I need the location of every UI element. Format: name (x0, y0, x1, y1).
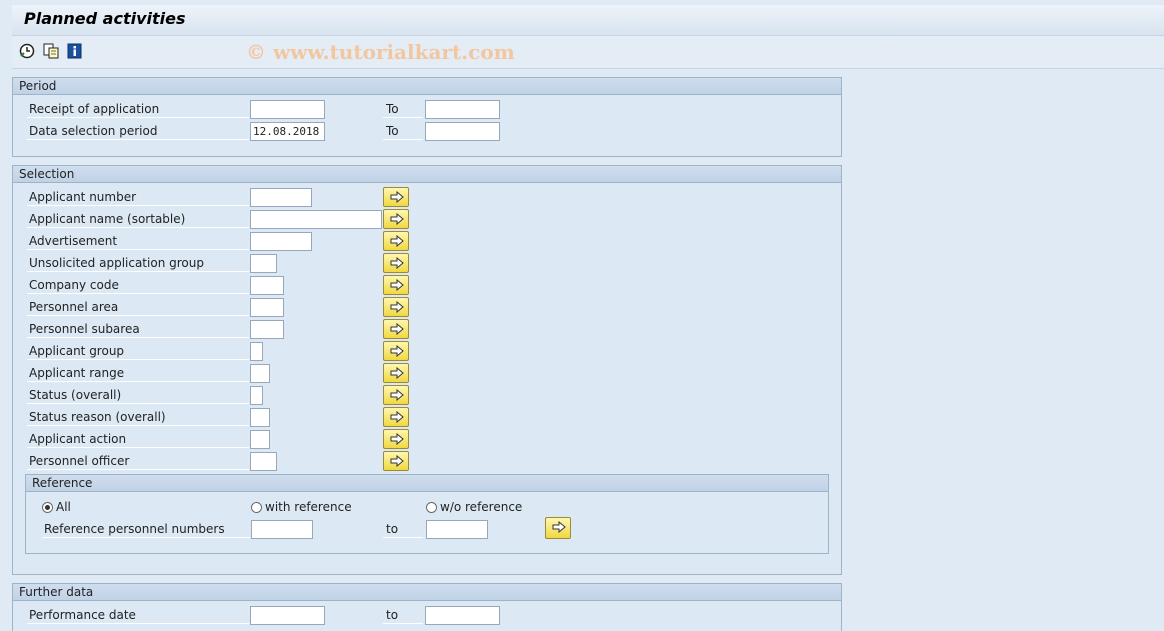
personnel-area-label: Personnel area (27, 299, 249, 316)
status-reason-input[interactable] (250, 408, 270, 427)
selection-period-to-input[interactable] (425, 122, 500, 141)
arrow-right-icon (390, 455, 404, 467)
reference-group: Reference All with reference w/o referen… (25, 474, 829, 554)
radio-without-reference[interactable]: w/o reference (426, 499, 522, 515)
arrow-right-icon (390, 279, 404, 291)
status-reason-label: Status reason (overall) (27, 409, 249, 426)
period-header: Period (13, 78, 841, 95)
status-overall-label: Status (overall) (27, 387, 249, 404)
arrow-right-icon (390, 191, 404, 203)
performance-date-from-input[interactable] (250, 606, 325, 625)
multiple-selection-button[interactable] (383, 297, 409, 317)
title-bar: Planned activities (12, 5, 1164, 36)
copy-variant-icon[interactable] (42, 42, 60, 60)
company-code-input[interactable] (250, 276, 284, 295)
arrow-right-icon (390, 367, 404, 379)
selection-group: Selection Applicant number Applicant nam… (12, 165, 842, 575)
multiple-selection-button[interactable] (383, 187, 409, 207)
multiple-selection-button[interactable] (383, 341, 409, 361)
performance-to-label: to (383, 607, 423, 624)
selection-period-label: Data selection period (27, 123, 249, 140)
personnel-officer-input[interactable] (250, 452, 277, 471)
receipt-label: Receipt of application (27, 101, 249, 118)
watermark-text: © www.tutorialkart.com (246, 40, 515, 64)
multiple-selection-button[interactable] (383, 407, 409, 427)
selection-period-from-input[interactable]: 12.08.2018 (250, 122, 325, 141)
arrow-right-icon (390, 433, 404, 445)
applicant-number-label: Applicant number (27, 189, 249, 206)
multiple-selection-button[interactable] (383, 363, 409, 383)
arrow-right-icon (390, 213, 404, 225)
personnel-subarea-label: Personnel subarea (27, 321, 249, 338)
multiple-selection-button[interactable] (383, 319, 409, 339)
multiple-selection-button[interactable] (383, 385, 409, 405)
applicant-range-input[interactable] (250, 364, 270, 383)
advertisement-label: Advertisement (27, 233, 249, 250)
personnel-officer-label: Personnel officer (27, 453, 249, 470)
radio-with-reference-label: with reference (265, 500, 352, 514)
multiple-selection-button[interactable] (383, 429, 409, 449)
info-icon[interactable] (66, 42, 84, 60)
radio-indicator (42, 502, 53, 513)
arrow-right-icon (390, 301, 404, 313)
personnel-area-input[interactable] (250, 298, 284, 317)
further-data-header: Further data (13, 584, 841, 601)
multiple-selection-button[interactable] (383, 209, 409, 229)
further-data-group: Further data Performance date to (12, 583, 842, 631)
radio-indicator (251, 502, 262, 513)
applicant-action-label: Applicant action (27, 431, 249, 448)
multiple-selection-button[interactable] (383, 275, 409, 295)
receipt-to-label: To (383, 101, 423, 118)
performance-date-to-input[interactable] (425, 606, 500, 625)
applicant-name-input[interactable] (250, 210, 382, 229)
arrow-right-icon (390, 345, 404, 357)
arrow-right-icon (390, 411, 404, 423)
arrow-right-icon (390, 323, 404, 335)
radio-all[interactable]: All (42, 499, 71, 515)
reference-numbers-to-input[interactable] (426, 520, 488, 539)
radio-all-label: All (56, 500, 71, 514)
execute-clock-icon[interactable] (18, 42, 36, 60)
multiple-selection-button[interactable] (383, 231, 409, 251)
reference-to-label: to (383, 521, 423, 538)
arrow-right-icon (552, 521, 566, 533)
reference-numbers-from-input[interactable] (251, 520, 313, 539)
multiple-selection-button[interactable] (383, 451, 409, 471)
performance-date-label: Performance date (27, 607, 249, 624)
period-group: Period Receipt of application To Data se… (12, 77, 842, 157)
selection-header: Selection (13, 166, 841, 183)
applicant-range-label: Applicant range (27, 365, 249, 382)
applicant-group-input[interactable] (250, 342, 263, 361)
radio-without-reference-label: w/o reference (440, 500, 523, 514)
multiple-selection-button[interactable] (383, 253, 409, 273)
unsolicited-group-label: Unsolicited application group (27, 255, 249, 272)
reference-header: Reference (26, 475, 828, 492)
reference-multiple-selection-button[interactable] (545, 517, 571, 539)
applicant-group-label: Applicant group (27, 343, 249, 360)
receipt-from-input[interactable] (250, 100, 325, 119)
receipt-to-input[interactable] (425, 100, 500, 119)
status-overall-input[interactable] (250, 386, 263, 405)
company-code-label: Company code (27, 277, 249, 294)
personnel-subarea-input[interactable] (250, 320, 284, 339)
arrow-right-icon (390, 257, 404, 269)
radio-with-reference[interactable]: with reference (251, 499, 352, 515)
applicant-number-input[interactable] (250, 188, 312, 207)
applicant-name-label: Applicant name (sortable) (27, 211, 249, 228)
selection-period-to-label: To (383, 123, 423, 140)
radio-indicator (426, 502, 437, 513)
arrow-right-icon (390, 389, 404, 401)
advertisement-input[interactable] (250, 232, 312, 251)
reference-numbers-label: Reference personnel numbers (42, 521, 250, 538)
application-toolbar (12, 36, 1164, 69)
arrow-right-icon (390, 235, 404, 247)
applicant-action-input[interactable] (250, 430, 270, 449)
unsolicited-group-input[interactable] (250, 254, 277, 273)
page-title: Planned activities (24, 9, 186, 28)
